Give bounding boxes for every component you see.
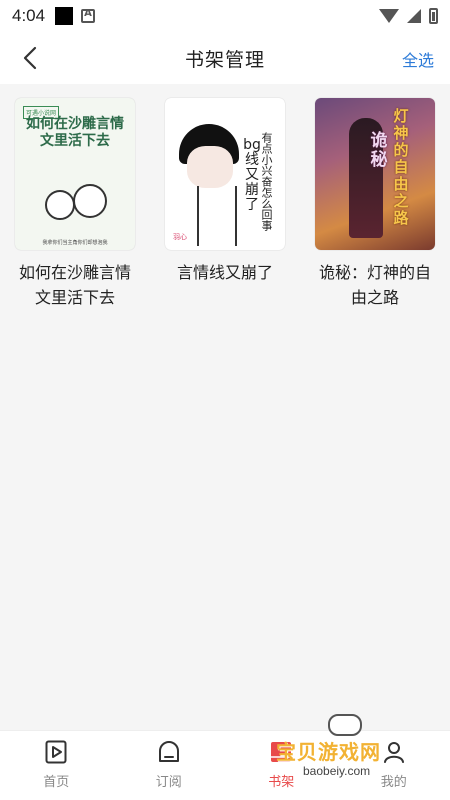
book-cover[interactable]: 可遇小说网 如何在沙雕言情文里活下去 我拿你们当主角你们却想泡我 [15, 98, 135, 250]
nav-item-profile[interactable]: 我的 [338, 731, 450, 800]
cover-side-text: 诡秘 [370, 131, 388, 170]
signal-icon [407, 9, 421, 23]
book-title: 如何在沙雕言情文里活下去 [18, 263, 131, 307]
book-title: 言情线又崩了 [176, 263, 273, 282]
bookshelf-icon [268, 739, 294, 765]
nav-label: 我的 [380, 775, 407, 790]
cartoon-body-icon [197, 186, 237, 246]
status-time: 4:04 [12, 6, 46, 25]
bookshelf-grid: 可遇小说网 如何在沙雕言情文里活下去 我拿你们当主角你们却想泡我 如何在沙雕言情… [0, 84, 450, 730]
nav-label: 订阅 [155, 775, 182, 790]
cartoon-face-icon [187, 146, 233, 188]
select-all-button[interactable]: 全选 [402, 47, 434, 71]
wifi-icon [379, 9, 399, 23]
cover-headline: 如何在沙雕言情文里活下去 [26, 116, 124, 149]
cartoon-face-icon [73, 184, 107, 218]
back-arrow-icon [23, 46, 37, 70]
cover-stamp: 羽心 [173, 233, 187, 241]
nav-item-home[interactable]: 首页 [0, 731, 113, 800]
nav-label: 首页 [43, 775, 70, 790]
battery-icon [429, 8, 438, 24]
status-bar: 4:04 [0, 0, 450, 32]
book-item[interactable]: bg线又崩了 有点小兴奋怎么回事 羽心 言情线又崩了 [163, 98, 287, 285]
page-title: 书架管理 [184, 48, 265, 71]
cartoon-face-icon [45, 190, 75, 220]
nav-item-subscribe[interactable]: 订阅 [113, 731, 226, 800]
home-bag-icon [156, 739, 182, 765]
notification-icon [55, 7, 74, 25]
cover-main-text: 灯神的自由之路 [393, 107, 409, 227]
cover-side-text: 有点小兴奋怎么回事 [260, 132, 273, 231]
cover-footer: 我拿你们当主角你们却想泡我 [42, 240, 108, 246]
book-item[interactable]: 灯神的自由之路 诡秘 诡秘：灯神的自由之路 [313, 98, 437, 310]
book-cover[interactable]: 灯神的自由之路 诡秘 [315, 98, 435, 250]
bottom-nav: 首页 订阅 书架 我的 [0, 730, 450, 800]
user-icon [381, 739, 407, 765]
status-indicators [379, 8, 438, 24]
header: 书架管理 全选 [0, 32, 450, 84]
book-item[interactable]: 可遇小说网 如何在沙雕言情文里活下去 我拿你们当主角你们却想泡我 如何在沙雕言情… [13, 98, 137, 310]
play-book-icon [43, 739, 69, 765]
book-title: 诡秘：灯神的自由之路 [318, 263, 431, 307]
back-button[interactable] [16, 44, 44, 72]
nav-label: 书架 [268, 775, 295, 790]
nav-item-bookshelf[interactable]: 书架 [225, 731, 338, 800]
book-cover[interactable]: bg线又崩了 有点小兴奋怎么回事 羽心 [165, 98, 285, 250]
app-notification-icon [81, 8, 96, 23]
